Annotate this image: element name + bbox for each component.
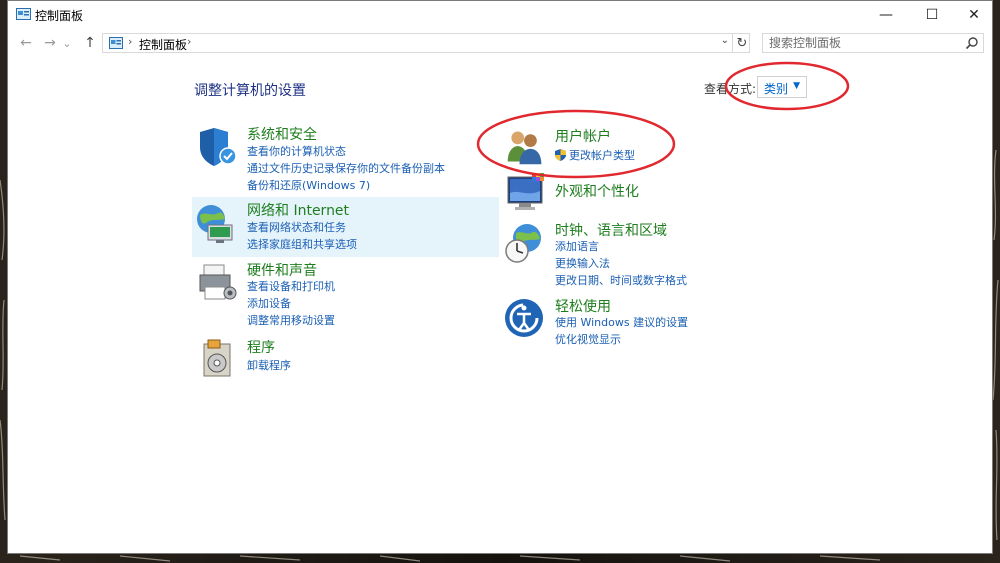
shield-icon[interactable] xyxy=(196,125,240,169)
breadcrumb-control-panel[interactable]: 控制面板 xyxy=(139,36,187,53)
refresh-button[interactable]: ↻ xyxy=(732,33,751,53)
control-panel-window: 控制面板 — ☐ ✕ ← → ⌄ ↑ › 控制面板 › ⌄ ↻ 搜索控制面板 调… xyxy=(7,0,993,554)
forward-button[interactable]: → xyxy=(40,33,60,53)
link-network-status[interactable]: 查看网络状态和任务 xyxy=(247,219,346,235)
breadcrumb-chevron-icon[interactable]: › xyxy=(187,35,191,48)
close-icon: ✕ xyxy=(968,7,980,23)
back-arrow-icon: ← xyxy=(20,35,32,51)
category-clock-language-region: 时钟、语言和区域 添加语言 更换输入法 更改日期、时间或数字格式 xyxy=(501,217,801,287)
printer-icon[interactable] xyxy=(196,261,240,305)
up-button[interactable]: ↑ xyxy=(80,33,100,53)
link-mobility-settings[interactable]: 调整常用移动设置 xyxy=(247,312,335,328)
view-by-label: 查看方式: xyxy=(704,82,757,96)
network-globe-icon[interactable] xyxy=(194,201,238,245)
back-button[interactable]: ← xyxy=(16,33,36,53)
category-system-security: 系统和安全 查看你的计算机状态 通过文件历史记录保存你的文件备份副本 备份和还原… xyxy=(194,121,499,193)
refresh-icon: ↻ xyxy=(736,35,748,51)
link-view-computer-status[interactable]: 查看你的计算机状态 xyxy=(247,143,346,159)
title-bar[interactable]: 控制面板 — ☐ ✕ xyxy=(8,1,992,29)
maximize-button[interactable]: ☐ xyxy=(912,1,952,29)
category-user-accounts: 用户帐户 更改帐户类型 xyxy=(501,123,801,168)
category-ease-of-access: 轻松使用 使用 Windows 建议的设置 优化视觉显示 xyxy=(501,293,801,348)
link-homegroup-sharing[interactable]: 选择家庭组和共享选项 xyxy=(247,236,357,252)
link-change-account-type[interactable]: 更改帐户类型 xyxy=(555,147,635,163)
minimize-button[interactable]: — xyxy=(866,1,906,29)
category-title[interactable]: 网络和 Internet xyxy=(247,200,349,220)
address-dropdown-icon[interactable]: ⌄ xyxy=(721,35,729,46)
control-panel-icon xyxy=(16,8,31,20)
window-title: 控制面板 xyxy=(35,9,84,23)
link-uninstall-program[interactable]: 卸载程序 xyxy=(247,357,291,373)
address-bar[interactable]: › 控制面板 › ⌄ xyxy=(102,33,750,53)
view-by-value: 类别 xyxy=(764,82,789,96)
category-title[interactable]: 程序 xyxy=(247,337,275,357)
link-devices-printers[interactable]: 查看设备和打印机 xyxy=(247,278,335,294)
link-file-history-backup[interactable]: 通过文件历史记录保存你的文件备份副本 xyxy=(247,160,445,176)
programs-icon[interactable] xyxy=(198,336,242,380)
link-recommended-settings[interactable]: 使用 Windows 建议的设置 xyxy=(555,314,688,330)
ease-of-access-icon[interactable] xyxy=(503,297,547,341)
link-add-device[interactable]: 添加设备 xyxy=(247,295,291,311)
uac-shield-icon xyxy=(555,149,566,161)
search-box[interactable] xyxy=(762,33,984,53)
category-title[interactable]: 时钟、语言和区域 xyxy=(555,220,667,240)
navigation-bar: ← → ⌄ ↑ › 控制面板 › ⌄ ↻ xyxy=(8,31,992,55)
maximize-icon: ☐ xyxy=(925,7,939,23)
category-network-internet: 网络和 Internet 查看网络状态和任务 选择家庭组和共享选项 xyxy=(192,197,499,257)
search-icon[interactable] xyxy=(965,36,979,50)
link-backup-restore[interactable]: 备份和还原(Windows 7) xyxy=(247,177,370,193)
close-button[interactable]: ✕ xyxy=(954,1,994,29)
link-change-date-time-format[interactable]: 更改日期、时间或数字格式 xyxy=(555,272,687,288)
category-appearance-personalization: 外观和个性化 xyxy=(501,171,801,216)
recent-locations-button[interactable]: ⌄ xyxy=(60,33,74,53)
link-label: 更改帐户类型 xyxy=(569,149,635,162)
monitor-icon[interactable] xyxy=(505,171,549,215)
category-title[interactable]: 用户帐户 xyxy=(555,126,611,146)
category-title[interactable]: 硬件和声音 xyxy=(247,260,317,280)
link-optimize-visual-display[interactable]: 优化视觉显示 xyxy=(555,331,621,347)
minimize-icon: — xyxy=(879,7,893,23)
forward-arrow-icon: → xyxy=(44,35,56,51)
link-add-language[interactable]: 添加语言 xyxy=(555,238,599,254)
control-panel-icon xyxy=(109,37,123,49)
category-title[interactable]: 轻松使用 xyxy=(555,296,611,316)
view-by-dropdown[interactable]: 类别 ▼ xyxy=(757,76,807,98)
category-programs: 程序 卸载程序 xyxy=(194,334,499,379)
category-title[interactable]: 外观和个性化 xyxy=(555,181,639,201)
category-title[interactable]: 系统和安全 xyxy=(247,124,317,144)
page-heading: 调整计算机的设置 xyxy=(194,83,306,99)
link-change-input-method[interactable]: 更换输入法 xyxy=(555,255,610,271)
chevron-down-icon: ⌄ xyxy=(62,36,72,50)
dropdown-arrow-icon: ▼ xyxy=(793,81,800,91)
breadcrumb-chevron-icon[interactable]: › xyxy=(128,35,132,48)
category-hardware-sound: 硬件和声音 查看设备和打印机 添加设备 调整常用移动设置 xyxy=(194,257,499,327)
up-arrow-icon: ↑ xyxy=(84,35,96,51)
clock-globe-icon[interactable] xyxy=(503,221,547,265)
users-icon[interactable] xyxy=(505,127,545,167)
search-input[interactable] xyxy=(769,35,949,51)
